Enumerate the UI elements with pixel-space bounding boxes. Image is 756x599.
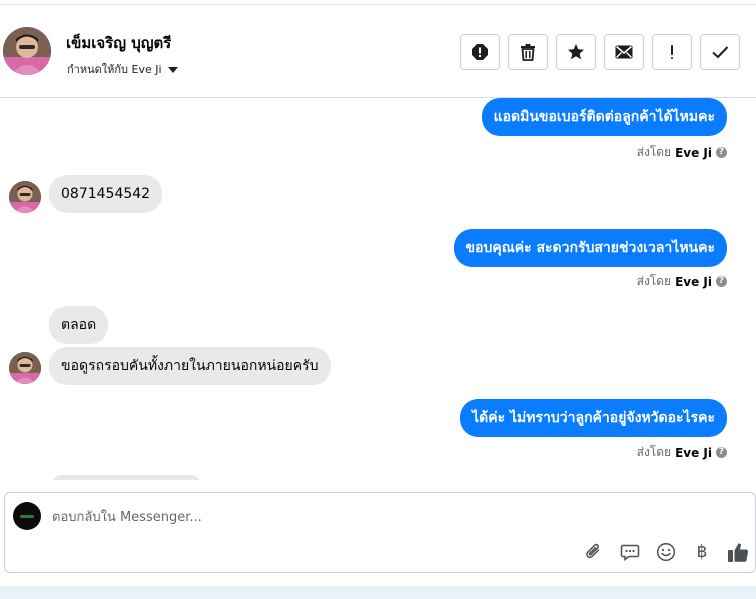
contact-avatar-small[interactable] [9, 181, 41, 213]
saved-reply-icon [620, 544, 640, 561]
attach-button[interactable] [583, 541, 605, 563]
help-icon[interactable]: ? [716, 276, 727, 287]
sent-by-prefix: ส่งโดย [636, 145, 672, 159]
check-icon [712, 46, 729, 59]
like-icon [728, 543, 749, 562]
reply-input[interactable] [52, 507, 692, 527]
follow-up-button[interactable] [556, 34, 596, 70]
delete-button[interactable] [508, 34, 548, 70]
message-bubble-incoming[interactable]: 0871454542 [49, 175, 163, 213]
trash-icon [521, 44, 535, 61]
conversation-header: เข็มเจริญ บุญตรี กำหนดให้กับ Eve Ji [0, 4, 756, 98]
message-bubble-outgoing[interactable]: ได้ค่ะ ไม่ทราบว่าลูกค้าอยู่จังหวัดอะไรคะ [460, 399, 727, 437]
message-thread[interactable]: แอดมินขอเบอร์ติดต่อลูกค้าได้ไหมคะ ส่งโดย… [0, 98, 756, 480]
mark-unread-button[interactable] [604, 34, 644, 70]
sender-name: Eve Ji [675, 145, 712, 160]
page-avatar [13, 502, 41, 530]
caret-down-icon [167, 66, 178, 73]
sent-by-label: ส่งโดย Eve Ji ? [637, 443, 727, 462]
important-button[interactable] [652, 34, 692, 70]
spam-icon [472, 44, 488, 60]
contact-name[interactable]: เข็มเจริญ บุญตรี [66, 31, 171, 55]
saved-replies-button[interactable] [619, 541, 641, 563]
assign-dropdown[interactable]: กำหนดให้กับ Eve Ji [67, 60, 178, 78]
paperclip-icon [586, 543, 600, 559]
sender-name: Eve Ji [675, 274, 712, 289]
emoji-icon [656, 542, 676, 562]
contact-avatar[interactable] [3, 27, 51, 75]
message-bubble-incoming-partial[interactable] [52, 475, 200, 480]
like-button[interactable] [727, 541, 749, 563]
message-bubble-incoming[interactable]: ขอดูรถรอบคันทั้งภายในภายนอกหน่อยครับ [49, 347, 331, 385]
assign-label: กำหนดให้กับ Eve Ji [67, 63, 162, 76]
message-bubble-incoming[interactable]: ตลอด [49, 306, 109, 344]
message-bubble-outgoing[interactable]: ขอบคุณค่ะ สะดวกรับสายช่วงเวลาไหนคะ [453, 229, 727, 267]
sent-by-label: ส่งโดย Eve Ji ? [637, 143, 727, 162]
help-icon[interactable]: ? [716, 447, 727, 458]
done-button[interactable] [700, 34, 740, 70]
exclamation-icon [671, 45, 673, 59]
spam-button[interactable] [460, 34, 500, 70]
page-footer-strip [0, 586, 756, 599]
envelope-icon [615, 45, 633, 59]
star-icon [568, 44, 584, 60]
sender-name: Eve Ji [675, 445, 712, 460]
conversation-actions [460, 34, 740, 70]
contact-avatar-small[interactable] [9, 352, 41, 384]
sent-by-prefix: ส่งโดย [636, 445, 672, 459]
emoji-button[interactable] [655, 541, 677, 563]
reply-composer: ฿ [4, 492, 756, 573]
payment-button[interactable]: ฿ [691, 541, 713, 563]
help-icon[interactable]: ? [716, 147, 727, 158]
message-bubble-outgoing[interactable]: แอดมินขอเบอร์ติดต่อลูกค้าได้ไหมคะ [481, 98, 727, 136]
payment-icon: ฿ [696, 542, 708, 562]
composer-toolbar: ฿ [583, 541, 749, 563]
sent-by-label: ส่งโดย Eve Ji ? [637, 272, 727, 291]
sent-by-prefix: ส่งโดย [636, 274, 672, 288]
